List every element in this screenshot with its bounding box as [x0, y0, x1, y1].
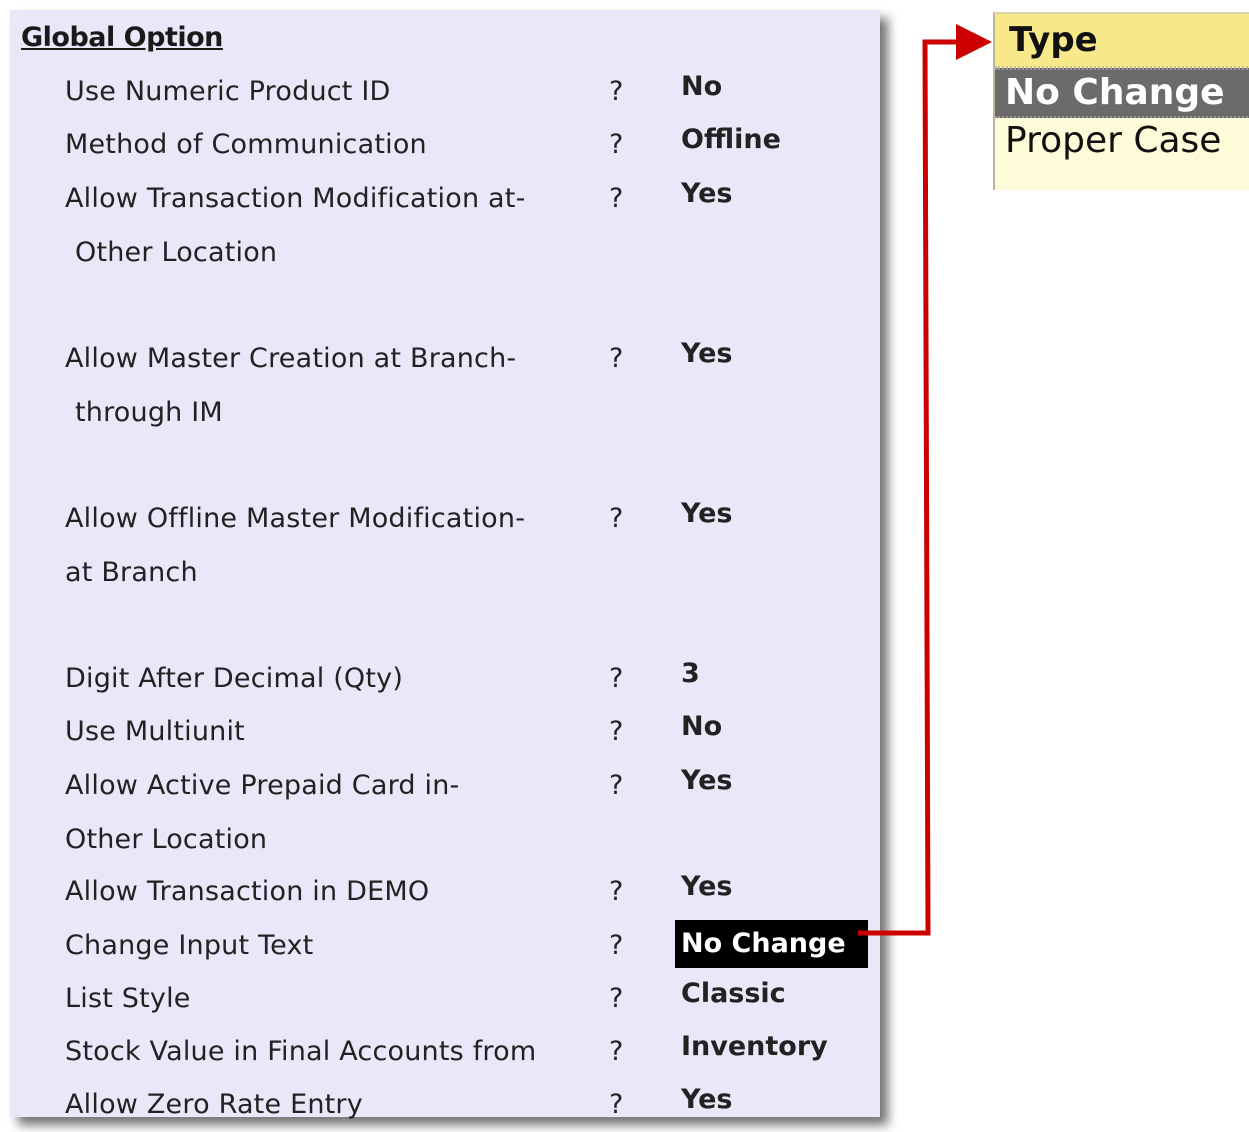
option-label: Stock Value in Final Accounts from [65, 1036, 537, 1067]
help-marker[interactable]: ? [609, 865, 623, 919]
help-marker[interactable]: ? [609, 759, 623, 813]
option-label: List Style [65, 983, 191, 1014]
help-marker[interactable]: ? [609, 705, 623, 759]
help-marker[interactable]: ? [609, 65, 623, 119]
option-value-selected[interactable]: No Change [675, 920, 868, 968]
option-value[interactable]: Yes [681, 754, 732, 808]
option-label: Allow Transaction Modification at- Other… [65, 183, 526, 268]
help-marker[interactable]: ? [609, 652, 623, 706]
panel-title: Global Option [21, 22, 223, 53]
option-label: Allow Master Creation at Branch- through… [65, 343, 517, 428]
arrowhead-icon [956, 24, 992, 60]
option-value[interactable]: Yes [681, 1073, 732, 1127]
option-value[interactable]: No [681, 60, 722, 114]
option-label: Method of Communication [65, 129, 427, 160]
option-value[interactable]: No [681, 700, 722, 754]
type-popup-title: Type [995, 14, 1249, 68]
help-marker[interactable]: ? [609, 972, 623, 1026]
option-value[interactable]: Inventory [681, 1020, 828, 1074]
help-marker[interactable]: ? [609, 919, 623, 973]
option-value[interactable]: Yes [681, 167, 732, 221]
option-label: Allow Transaction in DEMO [65, 876, 430, 907]
type-popup: Type No Change Proper Case [993, 12, 1249, 190]
option-label: Allow Active Prepaid Card in- Other Loca… [65, 770, 460, 855]
option-label: Change Input Text [65, 930, 314, 961]
option-label: Use Numeric Product ID [65, 76, 391, 107]
option-label: Use Multiunit [65, 716, 245, 747]
help-marker[interactable]: ? [609, 1025, 623, 1079]
option-label: Allow Zero Rate Entry [65, 1089, 363, 1120]
option-label: Allow Offline Master Modification- at Br… [65, 503, 526, 588]
help-marker[interactable]: ? [609, 492, 623, 546]
help-marker[interactable]: ? [609, 118, 623, 172]
option-value[interactable]: Offline [681, 113, 781, 167]
option-value[interactable]: Yes [681, 327, 732, 381]
type-option-proper-case[interactable]: Proper Case [995, 118, 1249, 164]
option-value[interactable]: Yes [681, 860, 732, 914]
type-option-no-change[interactable]: No Change [995, 68, 1249, 118]
option-label: Digit After Decimal (Qty) [65, 663, 404, 694]
option-value[interactable]: Yes [681, 487, 732, 541]
help-marker[interactable]: ? [609, 332, 623, 386]
help-marker[interactable]: ? [609, 1078, 623, 1132]
option-value[interactable]: Classic [681, 967, 786, 1021]
option-value[interactable]: 3 [681, 647, 700, 701]
help-marker[interactable]: ? [609, 172, 623, 226]
